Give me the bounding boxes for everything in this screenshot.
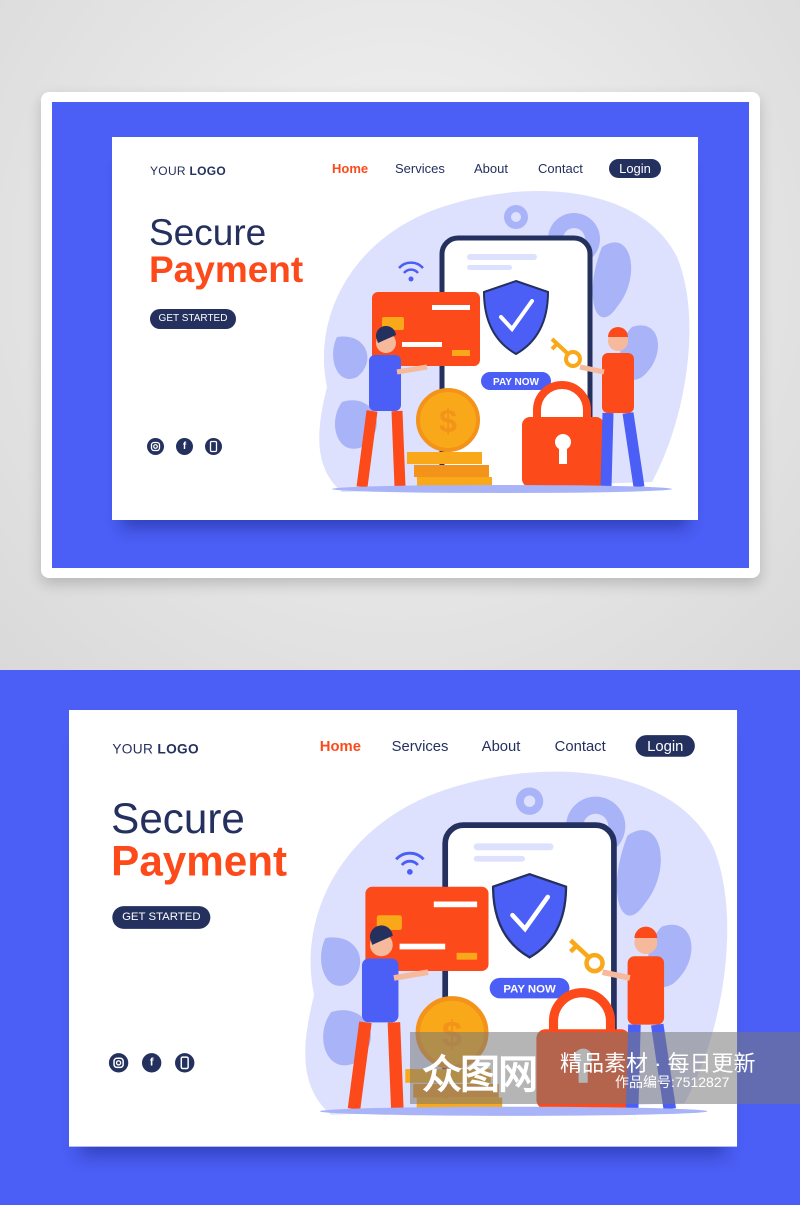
gear-icon — [515, 787, 544, 815]
watermark: 众图网 精品素材 · 每日更新 作品编号:7512827 — [410, 1032, 800, 1104]
landing-page-preview-small: YOUR LOGO Home Services About Contact Lo… — [112, 137, 698, 520]
watermark-brand: 众图网 — [422, 1053, 538, 1097]
pay-now-label: PAY NOW — [493, 377, 539, 388]
payment-illustration: PAY NOW $ — [319, 191, 690, 493]
pay-now-label: PAY NOW — [503, 984, 556, 996]
dollar-sign: $ — [439, 403, 457, 439]
coin-stack — [407, 452, 492, 488]
ground-shadow — [332, 485, 672, 493]
watermark-id: 作品编号:7512827 — [615, 1074, 730, 1090]
gear-icon — [504, 205, 528, 229]
ground-shadow — [319, 1106, 708, 1116]
